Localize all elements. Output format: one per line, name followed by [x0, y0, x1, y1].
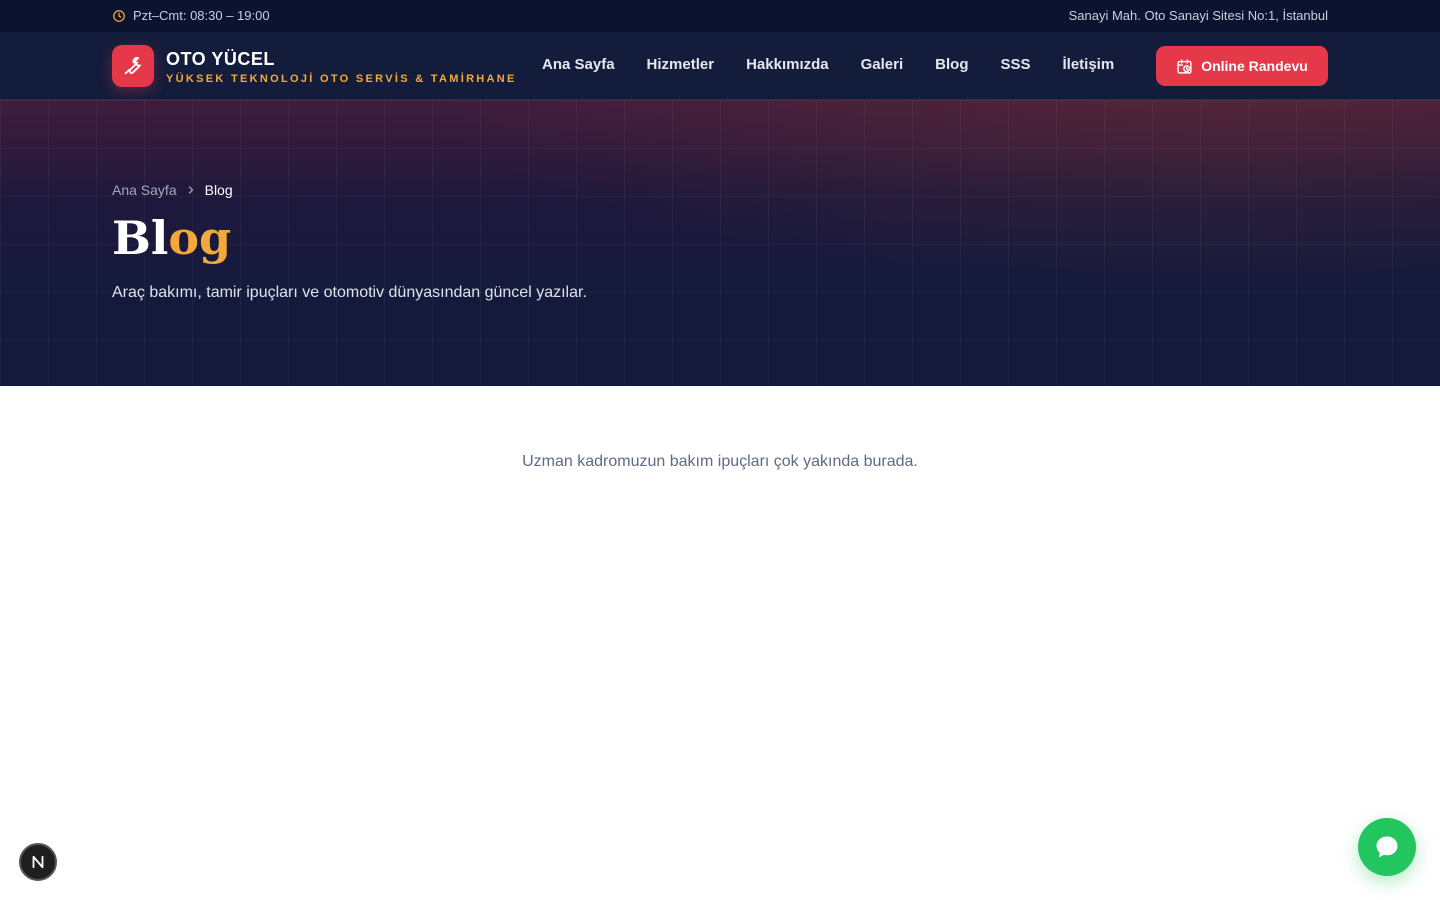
empty-blog-message: Uzman kadromuzun bakım ipuçları çok yakı…	[522, 453, 918, 470]
nav-item-galeri[interactable]: Galeri	[861, 56, 904, 73]
breadcrumb: Ana Sayfa Blog	[112, 182, 233, 198]
page-title-accent: og	[168, 211, 232, 265]
page-subtitle: Araç bakımı, tamir ipuçları ve otomotiv …	[112, 284, 587, 301]
breadcrumb-current: Blog	[204, 182, 233, 198]
nav-item-sss[interactable]: SSS	[1000, 56, 1030, 73]
nav-item-hakkimizda[interactable]: Hakkımızda	[746, 56, 829, 73]
nav-item-hizmetler[interactable]: Hizmetler	[647, 56, 715, 73]
wrench-icon	[124, 56, 141, 75]
brand-tagline: YÜKSEK TEKNOLOJİ OTO SERVİS & TAMİRHANE	[166, 73, 517, 85]
calendar-icon	[1177, 58, 1192, 74]
nav-item-iletisim[interactable]: İletişim	[1063, 56, 1115, 73]
chevron-right-icon	[188, 186, 193, 194]
brand-name[interactable]: OTO YÜCEL	[166, 49, 275, 70]
nav-item-blog[interactable]: Blog	[935, 56, 968, 73]
nav-menu: Ana Sayfa Hizmetler Hakkımızda Galeri Bl…	[542, 56, 1114, 73]
main-navbar: OTO YÜCEL YÜKSEK TEKNOLOJİ OTO SERVİS & …	[0, 32, 1440, 100]
nav-item-ana-sayfa[interactable]: Ana Sayfa	[542, 56, 615, 73]
chat-button[interactable]	[1358, 818, 1416, 876]
page-hero: Ana Sayfa Blog Blog Araç bakımı, tamir i…	[0, 100, 1440, 386]
chat-bubble-icon	[1376, 836, 1398, 858]
clock-icon	[113, 9, 125, 22]
page-title-part1: Bl	[112, 211, 169, 265]
brand-logo[interactable]	[112, 45, 154, 87]
address-text: Sanayi Mah. Oto Sanayi Sitesi No:1, İsta…	[1068, 8, 1328, 23]
online-appointment-label: Online Randevu	[1201, 58, 1308, 74]
breadcrumb-home[interactable]: Ana Sayfa	[112, 182, 177, 198]
n-logo-icon	[32, 855, 44, 869]
top-info-bar: Pzt–Cmt: 08:30 – 19:00 Sanayi Mah. Oto S…	[0, 0, 1440, 32]
working-hours: Pzt–Cmt: 08:30 – 19:00	[112, 8, 270, 23]
dev-tools-badge[interactable]	[19, 843, 57, 881]
online-appointment-button[interactable]: Online Randevu	[1156, 46, 1328, 86]
page-title: Blog	[112, 213, 231, 264]
working-hours-text: Pzt–Cmt: 08:30 – 19:00	[133, 8, 270, 23]
